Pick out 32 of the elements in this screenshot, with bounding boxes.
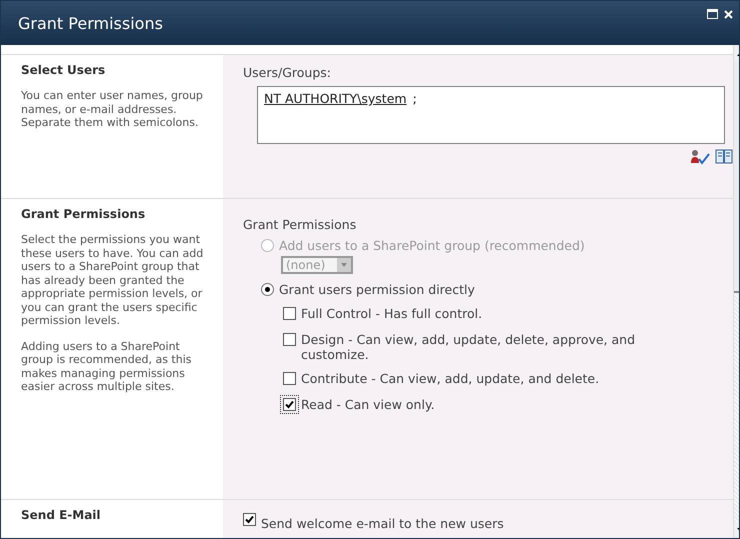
permission-label: Design - Can view, add, update, delete, approve, and customize. [301, 332, 636, 362]
checkmark-icon [245, 515, 254, 524]
section-description: Adding users to a SharePoint group is recommended, as this makes managing permissions easier across multiple sites. [21, 340, 192, 394]
maximize-icon[interactable] [707, 9, 718, 19]
radio-button[interactable] [261, 283, 274, 296]
section-title: Send E-Mail [21, 508, 102, 522]
option-label: Grant users permission directly [279, 282, 475, 297]
permission-label: Full Control - Has full control. [301, 306, 482, 321]
close-icon[interactable] [724, 10, 733, 18]
checkbox[interactable] [280, 369, 299, 388]
address-book-icon[interactable] [715, 149, 733, 164]
option-label: Add users to a SharePoint group (recommended) [279, 238, 585, 253]
window-title: Grant Permissions [18, 14, 163, 32]
permission-label: Read - Can view only. [301, 397, 435, 412]
group-label: Grant Permissions [243, 217, 358, 232]
caret-icon [337, 258, 351, 272]
section-title: Grant Permissions [21, 207, 146, 221]
separator: ; [412, 91, 417, 106]
people-field[interactable]: NT AUTHORITY\system ; [257, 86, 725, 144]
resolved-user[interactable]: NT AUTHORITY\system [264, 91, 407, 106]
section-description: You can enter user names, group names, or e-mail addresses. Separate them with semicolons. [21, 89, 204, 130]
checkbox[interactable] [280, 304, 299, 323]
section-title: Select Users [21, 63, 106, 77]
checkbox[interactable] [280, 395, 299, 414]
checkbox[interactable] [280, 330, 299, 349]
field-label: Users/Groups: [243, 65, 332, 80]
section-description: Select the permissions you want these users to have. You can add users to a SharePoint group that has already been granted the appropriate permission levels, or you can grant the users specific permission levels. [21, 233, 204, 328]
checkmark-icon [285, 400, 294, 409]
checkbox[interactable] [240, 510, 259, 529]
option-label: Send welcome e-mail to the new users [261, 516, 504, 531]
check-names-icon[interactable] [690, 149, 710, 165]
permission-label: Contribute - Can view, add, update, and delete. [301, 371, 600, 386]
